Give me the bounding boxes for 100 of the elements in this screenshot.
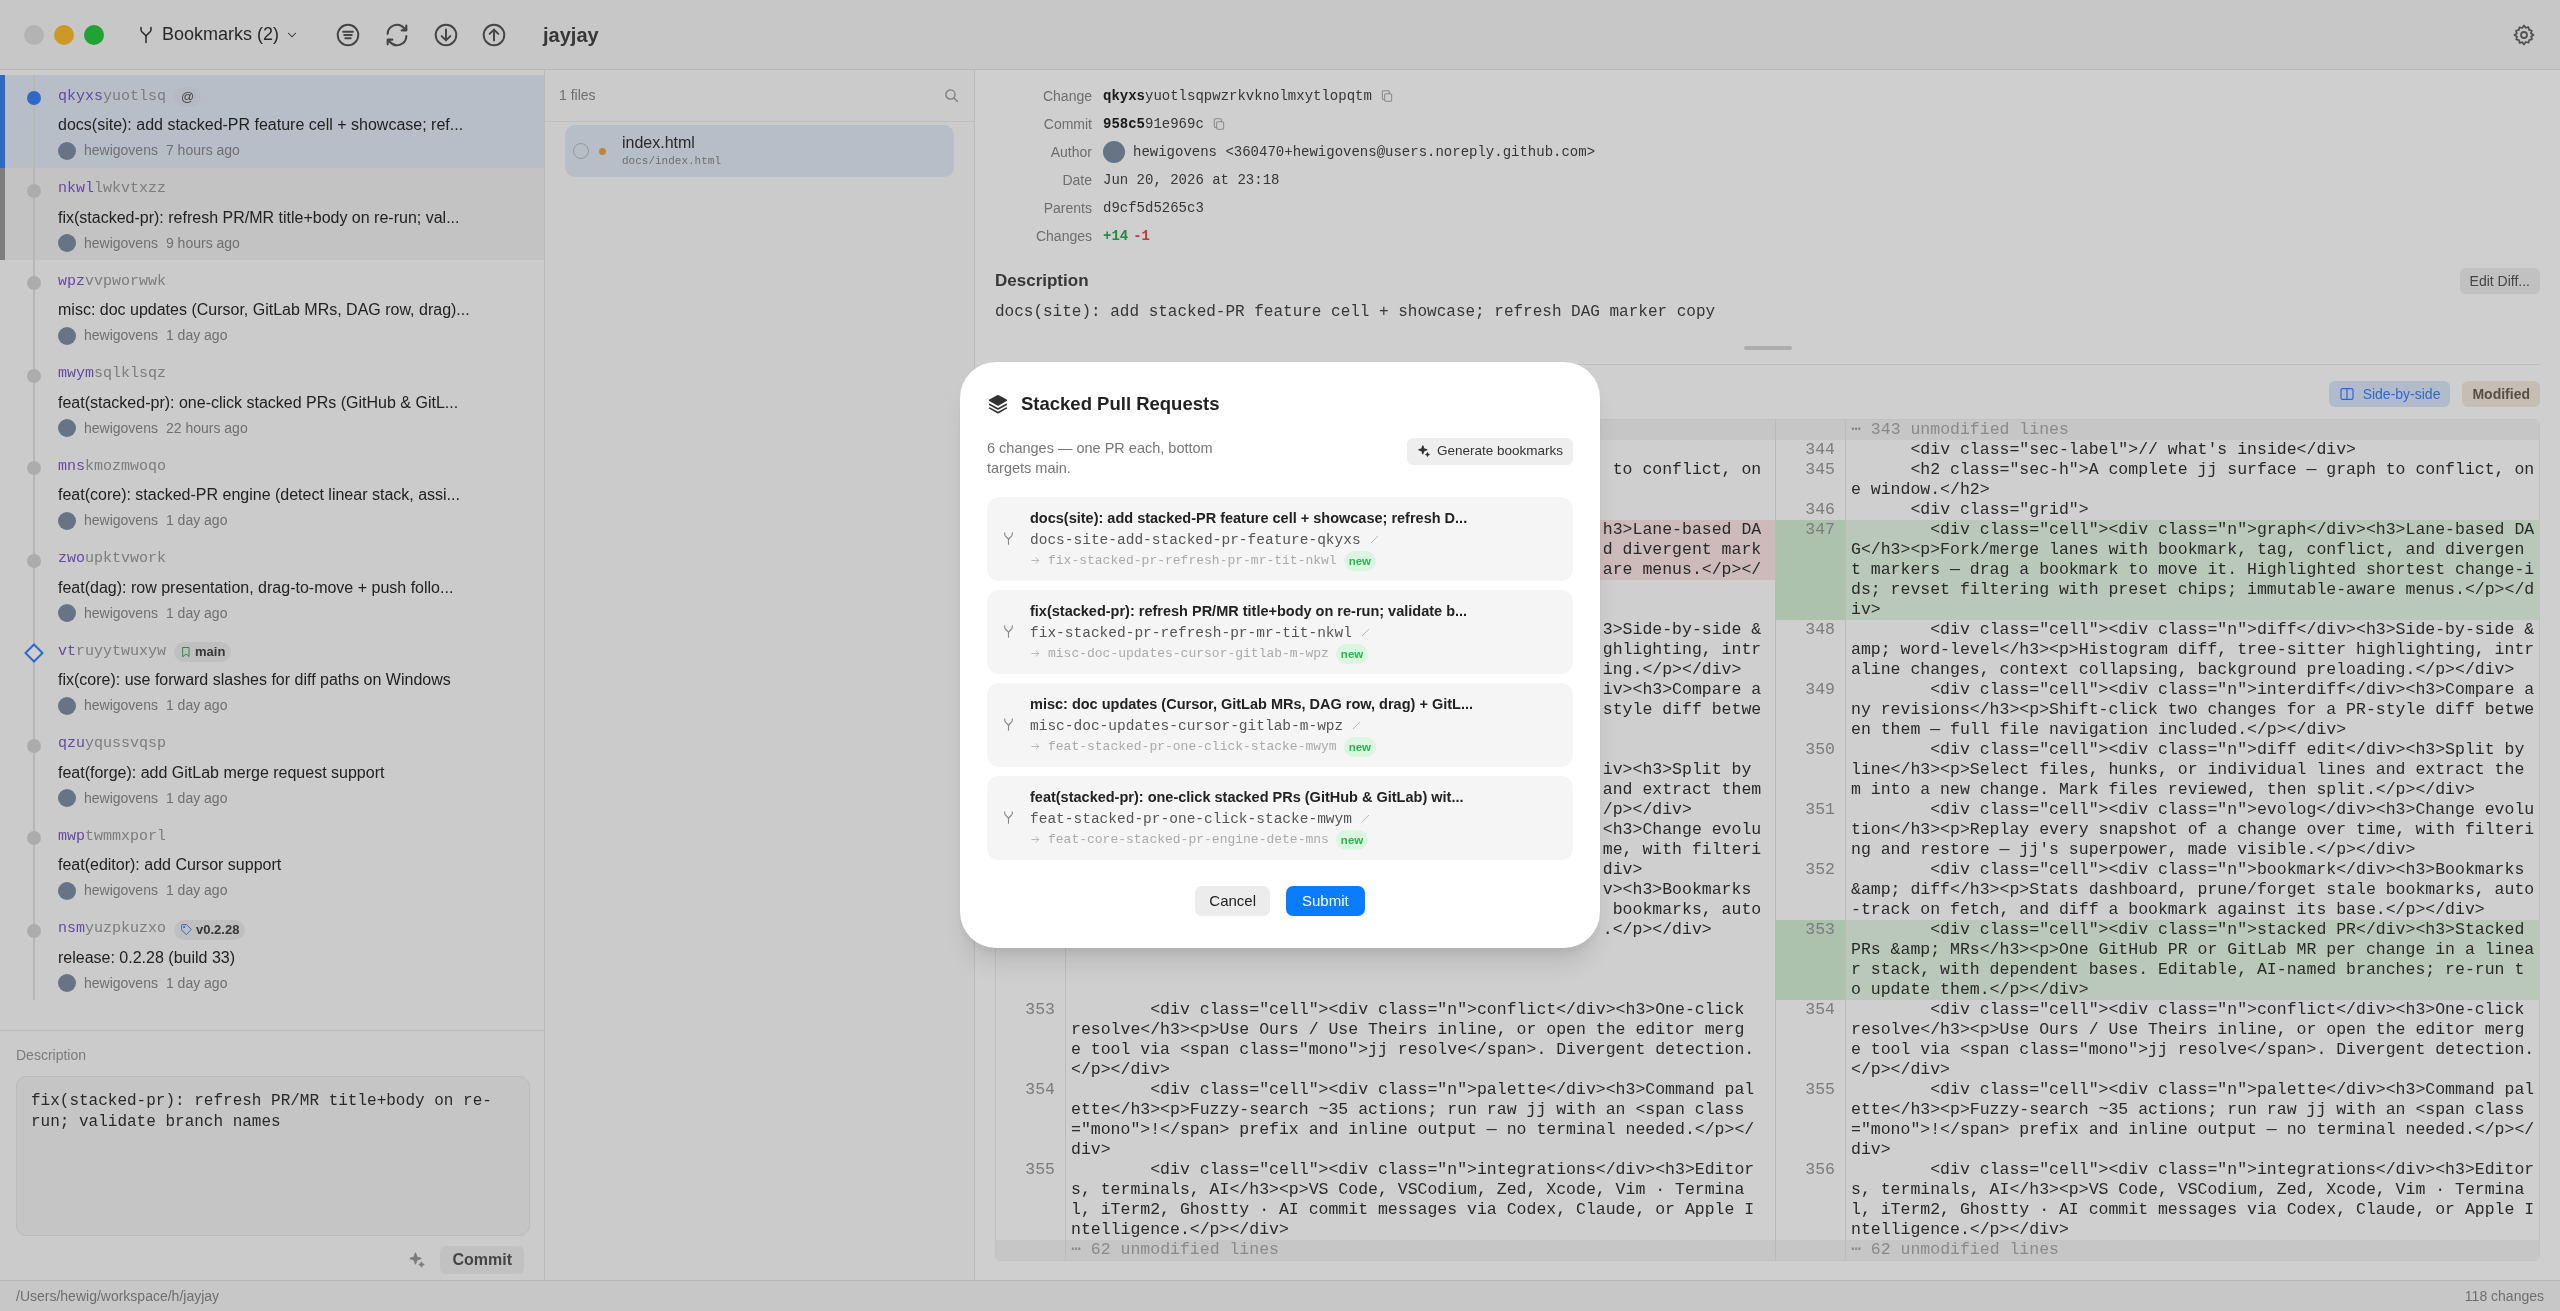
author-name: hewigovens: [84, 233, 158, 253]
change-title: docs(site): add stacked-PR feature cell + showcase; refresh D...: [1030, 508, 1468, 528]
resize-handle[interactable]: [1743, 346, 1792, 350]
pencil-icon[interactable]: [1351, 720, 1363, 732]
workspace-path: /Users/hewig/workspace/h/jayjay: [16, 1286, 220, 1306]
author-name: hewigovens: [84, 603, 158, 623]
field-value: d9cf5d5265c3: [1103, 198, 1205, 218]
commit-time: 1 day ago: [165, 326, 228, 345]
columns-icon: [2338, 386, 2355, 402]
commit-title: feat(dag): row presentation, drag-to-move + push follo...: [58, 577, 455, 598]
line-number: 354: [1805, 1000, 1835, 1019]
settings-icon[interactable]: [2512, 22, 2536, 47]
field-label: Commit: [1042, 114, 1092, 134]
commit-row[interactable]: vtruyytwuxyw main fix(core): use forward slashes for diff paths on Windows hewigovens 1 day ago: [0, 630, 544, 723]
bookmark-name: fix-stacked-pr-refresh-pr-mr-tit-nkwl: [1030, 623, 1352, 643]
pencil-icon[interactable]: [1368, 534, 1380, 546]
field-label: Date: [1061, 170, 1092, 190]
search-icon[interactable]: [943, 87, 960, 104]
minimize-window-button[interactable]: [54, 24, 74, 45]
commit-row[interactable]: nsmyuzpkuzxo v0.2.28 release: 0.2.28 (build 33) hewigovens 1 day ago: [0, 907, 544, 1000]
commit-time: 1 day ago: [165, 788, 228, 808]
arrow-icon: [1030, 834, 1041, 846]
filter-icon[interactable]: [335, 21, 362, 48]
added-count: +14: [1103, 226, 1129, 246]
branch-icon: [1001, 717, 1016, 733]
target-bookmark: misc-doc-updates-cursor-gitlab-m-wpz: [1048, 644, 1329, 663]
code-line: <div class="grid">: [1909, 500, 2090, 520]
cancel-button[interactable]: Cancel: [1195, 885, 1270, 916]
author-name: hewigovens: [84, 418, 158, 438]
line-number: 353: [1805, 920, 1835, 939]
commit-row[interactable]: qzuyqussvqsp feat(forge): add GitLab merge request support hewigovens 1 day ago: [0, 722, 544, 815]
modal-backdrop[interactable]: [0, 0, 2560, 1311]
line-number: 355: [1025, 1160, 1055, 1179]
pencil-icon[interactable]: [1359, 813, 1371, 825]
sparkle-icon[interactable]: [408, 1251, 427, 1269]
new-badge: new: [1343, 550, 1377, 571]
change-id: qkyxsyuotlsq: [58, 86, 167, 107]
commit-row[interactable]: zwoupktvwork feat(dag): row presentation, drag-to-move + push follo... hewigovens 1 day ago: [0, 537, 544, 630]
change-id: vtruyytwuxyw: [58, 641, 167, 662]
description-field[interactable]: fix(stacked-pr): refresh PR/MR title+body on re-run; validate branch names: [16, 1076, 530, 1236]
commit-button[interactable]: Commit: [440, 1246, 524, 1274]
line-number: 356: [1805, 1160, 1835, 1179]
commit-row[interactable]: nkwllwkvtxzz fix(stacked-pr): refresh PR/MR title+body on re-run; val... hewigovens 9 hours ago: [0, 167, 544, 260]
commit-row[interactable]: qkyxsyuotlsq @ docs(site): add stacked-PR feature cell + showcase; ref... hewigovens 7 hours ago: [0, 75, 544, 168]
commit-title: feat(editor): add Cursor support: [58, 855, 283, 875]
code-line: iv><h3>Split by: [1602, 760, 1752, 780]
commit-time: 1 day ago: [165, 696, 228, 715]
arrow-icon: [1030, 648, 1041, 660]
avatar: [58, 604, 76, 622]
commit-title: feat(core): stacked-PR engine (detect linear stack, assi...: [58, 485, 461, 505]
working-copy-badge: @: [174, 87, 202, 107]
edit-diff-button[interactable]: Edit Diff...: [2459, 268, 2540, 294]
commit-row[interactable]: mwymsqlklsqz feat(stacked-pr): one-click stacked PRs (GitHub & GitL... hewigovens 22 hours ago: [0, 352, 544, 445]
code-line: ing.</p></div>: [1602, 660, 1742, 680]
field-label: Change: [1041, 86, 1092, 106]
author-name: hewigovens: [84, 141, 158, 160]
avatar: [58, 234, 76, 252]
commit-row[interactable]: mnskmozmwoqo feat(core): stacked-PR engine (detect linear stack, assi... hewigovens 1 day ago: [0, 445, 544, 538]
bookmark-name: misc-doc-updates-cursor-gitlab-m-wpz: [1030, 716, 1344, 736]
field-value: qkyxsyuotlsqpwzrkvknolmxytlopqtm: [1103, 86, 1372, 106]
avatar: [58, 326, 76, 345]
code-line: iv><h3>Compare a: [1602, 680, 1762, 700]
author-name: hewigovens: [84, 973, 158, 993]
removed-count: -1: [1133, 226, 1151, 246]
commit-row[interactable]: wpzvvpworwwk misc: doc updates (Cursor, GitLab MRs, DAG row, drag)... hewigovens 1 day ago: [0, 260, 544, 353]
commit-row[interactable]: mwptwmmxporl feat(editor): add Cursor support hewigovens 1 day ago: [0, 815, 544, 908]
description-label: Description: [16, 1046, 88, 1065]
code-line: style diff betwe: [1602, 700, 1762, 720]
change-id: mwptwmmxporl: [58, 826, 167, 847]
upload-icon[interactable]: [481, 21, 508, 48]
author-name: hewigovens: [84, 788, 158, 808]
field-label: Author: [1049, 142, 1092, 162]
line-number: 349: [1805, 680, 1835, 699]
copy-icon[interactable]: [1211, 117, 1226, 131]
commit-title: fix(stacked-pr): refresh PR/MR title+body on re-run; val...: [58, 207, 461, 228]
download-icon[interactable]: [433, 21, 460, 48]
avatar: [58, 974, 76, 992]
copy-icon[interactable]: [1379, 89, 1394, 103]
zoom-window-button[interactable]: [84, 24, 104, 45]
code-line: <div class="cell"><div class="n">diff edit</div><h3>Split by line</h3><p>Select files, hunks, or individual lines and extract them into a new change. Mark files reviewed, then split.</p></div>: [1850, 740, 2526, 800]
bookmark-name: docs-site-add-stacked-pr-feature-qkyxs: [1030, 530, 1361, 550]
generate-bookmarks-button[interactable]: Generate bookmarks: [1406, 437, 1573, 465]
change-title: fix(stacked-pr): refresh PR/MR title+body on re-run; validate b...: [1030, 601, 1468, 621]
avatar: [58, 511, 76, 530]
arrow-icon: [1030, 555, 1041, 567]
file-name: index.html: [622, 132, 696, 153]
author-name: hewigovens: [84, 696, 158, 715]
file-row[interactable]: index.html docs/index.html: [565, 125, 954, 177]
change-title: feat(stacked-pr): one-click stacked PRs (GitHub & GitLab) wit...: [1030, 787, 1464, 807]
submit-button[interactable]: Submit: [1286, 885, 1365, 916]
code-line: <h3>Change evolu: [1602, 820, 1762, 840]
commit-time: 9 hours ago: [165, 233, 240, 253]
bookmarks-menu[interactable]: Bookmarks (2): [130, 14, 306, 55]
pencil-icon[interactable]: [1359, 627, 1371, 639]
code-line: <div class="cell"><div class="n">stacked PR</div><h3>Stacked PRs &amp; MRs</h3><p>One GitHub PR or GitLab MR per change in a linear stack, with dependent bases. Editable, AI-named branches; re-run to update them.</p></div>: [1850, 920, 2536, 1000]
bookmark-icon: [180, 646, 193, 658]
change-count: 118 changes: [2464, 1286, 2544, 1306]
line-number: 350: [1805, 740, 1835, 759]
file-count: 1 files: [559, 86, 596, 105]
line-number: 347: [1805, 520, 1835, 539]
